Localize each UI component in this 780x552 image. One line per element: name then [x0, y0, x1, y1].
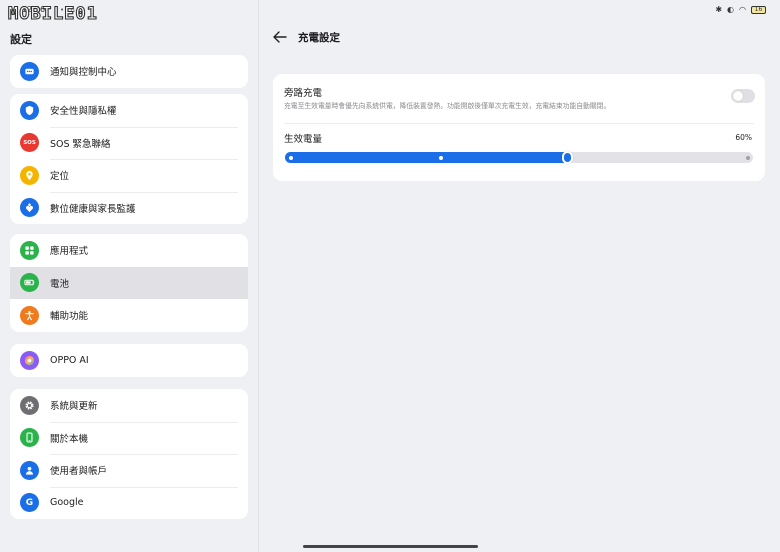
apps-icon: [20, 240, 39, 260]
settings-item-google[interactable]: G Google: [10, 486, 248, 520]
settings-item-label: 安全性與隱私權: [50, 106, 117, 118]
slider-stop: [289, 156, 293, 160]
home-indicator[interactable]: [303, 545, 478, 548]
settings-item-sos[interactable]: SOS SOS 緊急聯絡: [10, 126, 248, 160]
settings-group: 系統與更新關於本機使用者與帳戶 G Google: [10, 389, 248, 519]
settings-group: 通知與控制中心: [10, 55, 248, 88]
gear-icon: [20, 395, 39, 415]
effective-level-label: 生效電量: [284, 134, 323, 145]
settings-item-accessibility[interactable]: 輔助功能: [10, 299, 248, 332]
settings-item-label: 輔助功能: [50, 311, 89, 323]
google-icon: G: [20, 493, 39, 513]
settings-item-label: 應用程式: [50, 246, 89, 258]
page-title: 充電設定: [298, 31, 340, 44]
toggle-knob: [733, 91, 743, 101]
settings-item-label: 定位: [50, 171, 70, 183]
settings-item-oppo-ai[interactable]: OPPO AI: [10, 344, 248, 377]
bluetooth-icon: ✱: [715, 5, 723, 14]
settings-item-label: 關於本機: [50, 433, 89, 445]
detail-header: 充電設定: [272, 29, 340, 45]
battery-status-icon: 16: [751, 5, 766, 14]
bypass-charging-description: 充電至生效電量時會優先向系統供電，降低裝置發熱。功能開啟後僅單次充電生效，充電結…: [284, 102, 611, 110]
battery-icon: [20, 273, 39, 293]
location-icon: [20, 165, 39, 185]
oppo-ai-icon: [20, 350, 39, 370]
settings-item-label: 數位健康與家長監護: [50, 203, 136, 215]
slider-thumb[interactable]: [561, 151, 573, 164]
bypass-charging-title: 旁路充電: [284, 88, 323, 99]
effective-level-value: 60%: [735, 133, 752, 142]
mute-icon: ◐: [727, 5, 735, 14]
settings-item-label: 電池: [50, 278, 70, 290]
settings-item-label: 系統與更新: [50, 401, 98, 413]
bypass-charging-toggle[interactable]: [731, 89, 755, 103]
settings-item-apps[interactable]: 應用程式: [10, 234, 248, 267]
settings-item-location[interactable]: 定位: [10, 159, 248, 192]
settings-group: 應用程式電池輔助功能: [10, 234, 248, 332]
settings-title: 設定: [10, 33, 32, 46]
effective-level-slider[interactable]: [285, 151, 753, 164]
status-right: ✱ ◐ ◠ 16: [715, 5, 766, 14]
settings-item-gear[interactable]: 系統與更新: [10, 389, 248, 422]
notification-icon: [20, 61, 39, 81]
slider-stop: [746, 156, 750, 160]
settings-item-wellbeing[interactable]: 數位健康與家長監護: [10, 191, 248, 225]
user-icon: [20, 460, 39, 480]
settings-item-shield[interactable]: 安全性與隱私權: [10, 94, 248, 127]
settings-group: OPPO AI: [10, 344, 248, 377]
settings-item-label: OPPO AI: [50, 354, 89, 366]
settings-item-label: 通知與控制中心: [50, 67, 117, 79]
settings-item-battery[interactable]: 電池: [10, 266, 248, 299]
wellbeing-icon: [20, 198, 39, 218]
shield-icon: [20, 100, 39, 120]
arrow-left-icon: [273, 31, 287, 43]
back-button[interactable]: [272, 29, 288, 45]
wifi-icon: ◠: [739, 5, 746, 14]
settings-item-label: SOS 緊急聯絡: [50, 138, 111, 150]
settings-item-label: Google: [50, 497, 84, 509]
charging-settings-card: 旁路充電 充電至生效電量時會優先向系統供電，降低裝置發熱。功能開啟後僅單次充電生…: [273, 74, 765, 181]
settings-item-label: 使用者與帳戶: [50, 466, 108, 478]
settings-item-user[interactable]: 使用者與帳戶: [10, 454, 248, 487]
settings-item-notification[interactable]: 通知與控制中心: [10, 55, 248, 88]
settings-group: 安全性與隱私權 SOS SOS 緊急聯絡 定位數位健康與家長監護: [10, 94, 248, 224]
slider-fill: [285, 152, 571, 163]
settings-sidebar: 設定 通知與控制中心 安全性與隱私權 SOS SOS 緊急聯絡 定位 數位健康與家長監護應…: [0, 0, 258, 552]
settings-item-phone[interactable]: 關於本機: [10, 421, 248, 455]
pane-divider: [258, 0, 259, 552]
accessibility-icon: [20, 305, 39, 325]
phone-icon: [20, 428, 39, 448]
sos-icon: SOS: [20, 133, 39, 153]
divider: [284, 123, 754, 124]
